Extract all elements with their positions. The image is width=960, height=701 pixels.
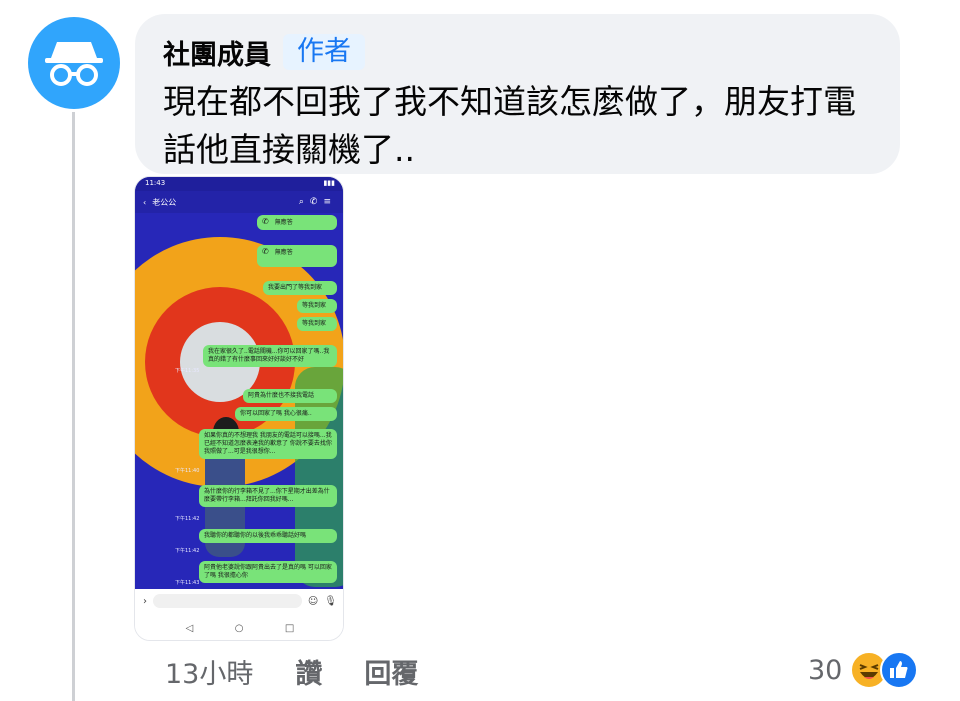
message-time: 下午11:43 — [175, 580, 200, 586]
reply-button[interactable]: 回覆 — [364, 652, 418, 691]
phone-status-bar: 11:43 ▮▮▮ — [135, 177, 343, 191]
nav-home-icon: ○ — [234, 622, 244, 634]
nav-recents-icon: □ — [284, 622, 295, 634]
chat-message: 我在家很久了..電話關機...你可以回家了嗎..我真的錯了有什麼事回來好好談好不… — [203, 345, 337, 367]
android-nav-bar: ◁ ○ □ — [135, 615, 343, 640]
chat-message: 我要出門了等我到家 — [263, 281, 337, 295]
mic-icon: 🎙 — [324, 595, 337, 607]
chat-screen: 11:43 ▮▮▮ ‹ 老公公 ⌕✆≡ ✆ 無應答 ✆ 無應答 我要出門了等我到家 … — [135, 177, 343, 589]
contact-name: 老公公 — [152, 197, 177, 207]
chat-input-bar: › ☺ 🎙 — [135, 589, 343, 613]
expand-icon: › — [143, 595, 147, 607]
phone-icon: ✆ — [262, 217, 269, 226]
emoji-icon: ☺ — [307, 595, 319, 607]
incognito-icon — [45, 42, 103, 86]
attached-screenshot[interactable]: 11:43 ▮▮▮ ‹ 老公公 ⌕✆≡ ✆ 無應答 ✆ 無應答 我要出門了等我到家 … — [134, 176, 344, 641]
reaction-summary[interactable]: 30 — [808, 648, 919, 692]
message-time: 下午11:35 — [175, 368, 200, 374]
like-button[interactable]: 讚 — [295, 652, 322, 691]
like-reaction-icon — [880, 651, 919, 689]
author-badge: 作者 — [283, 34, 365, 70]
chat-message: 如果你真的不想理我 我朋友的電話可以接嗎...我已經不知道怎麼表達我的歉意了 你… — [199, 429, 337, 459]
signal-icon: ▮▮▮ — [323, 179, 335, 187]
chat-message: 阿貴他老婆說你跟阿貴出去了是真的嗎 可以回家了嗎 我很擔心你 — [199, 561, 337, 583]
phone-icon: ✆ — [262, 247, 269, 256]
reaction-count: 30 — [808, 654, 843, 686]
chat-message: 阿貴為什麼也不接我電話 — [243, 389, 337, 403]
comment-timestamp[interactable]: 13小時 — [165, 652, 253, 691]
author-name[interactable]: 社團成員 — [163, 33, 271, 72]
message-time: 下午11:40 — [175, 468, 200, 474]
comment-bubble: 社團成員 作者 現在都不回我了我不知道該怎麼做了，朋友打電話他直接關機了.. — [135, 14, 900, 174]
chat-message: ✆ 無應答 — [257, 215, 337, 230]
chat-header-icons: ⌕✆≡ — [298, 197, 337, 207]
message-time: 下午11:42 — [175, 548, 200, 554]
chat-message: 你可以回家了嗎 我心很痛.. — [235, 407, 337, 421]
anonymous-avatar[interactable] — [28, 17, 120, 109]
chat-header: ‹ 老公公 ⌕✆≡ — [135, 191, 343, 213]
nav-back-icon: ◁ — [185, 622, 194, 634]
chat-message: 我聽你的都聽你的以後我乖乖聽話好嗎 — [199, 529, 337, 543]
comment-actions: 13小時 讚 回覆 — [165, 652, 418, 690]
chat-input-field — [153, 594, 302, 608]
thread-line — [72, 112, 75, 701]
chat-message: 等我到家 — [297, 299, 337, 313]
chat-message: 為什麼你的行李箱不見了...你下星期才出差為什麼要帶行李箱...拜託你回我好嗎.… — [199, 485, 337, 507]
chat-message: 等我到家 — [297, 317, 337, 331]
comment-text: 現在都不回我了我不知道該怎麼做了，朋友打電話他直接關機了.. — [163, 82, 856, 169]
author-row: 社團成員 作者 — [163, 30, 872, 74]
back-icon: ‹ — [143, 197, 147, 207]
chat-message: ✆ 無應答 — [257, 245, 337, 267]
status-time: 11:43 — [145, 179, 166, 187]
message-time: 下午11:42 — [175, 516, 200, 522]
